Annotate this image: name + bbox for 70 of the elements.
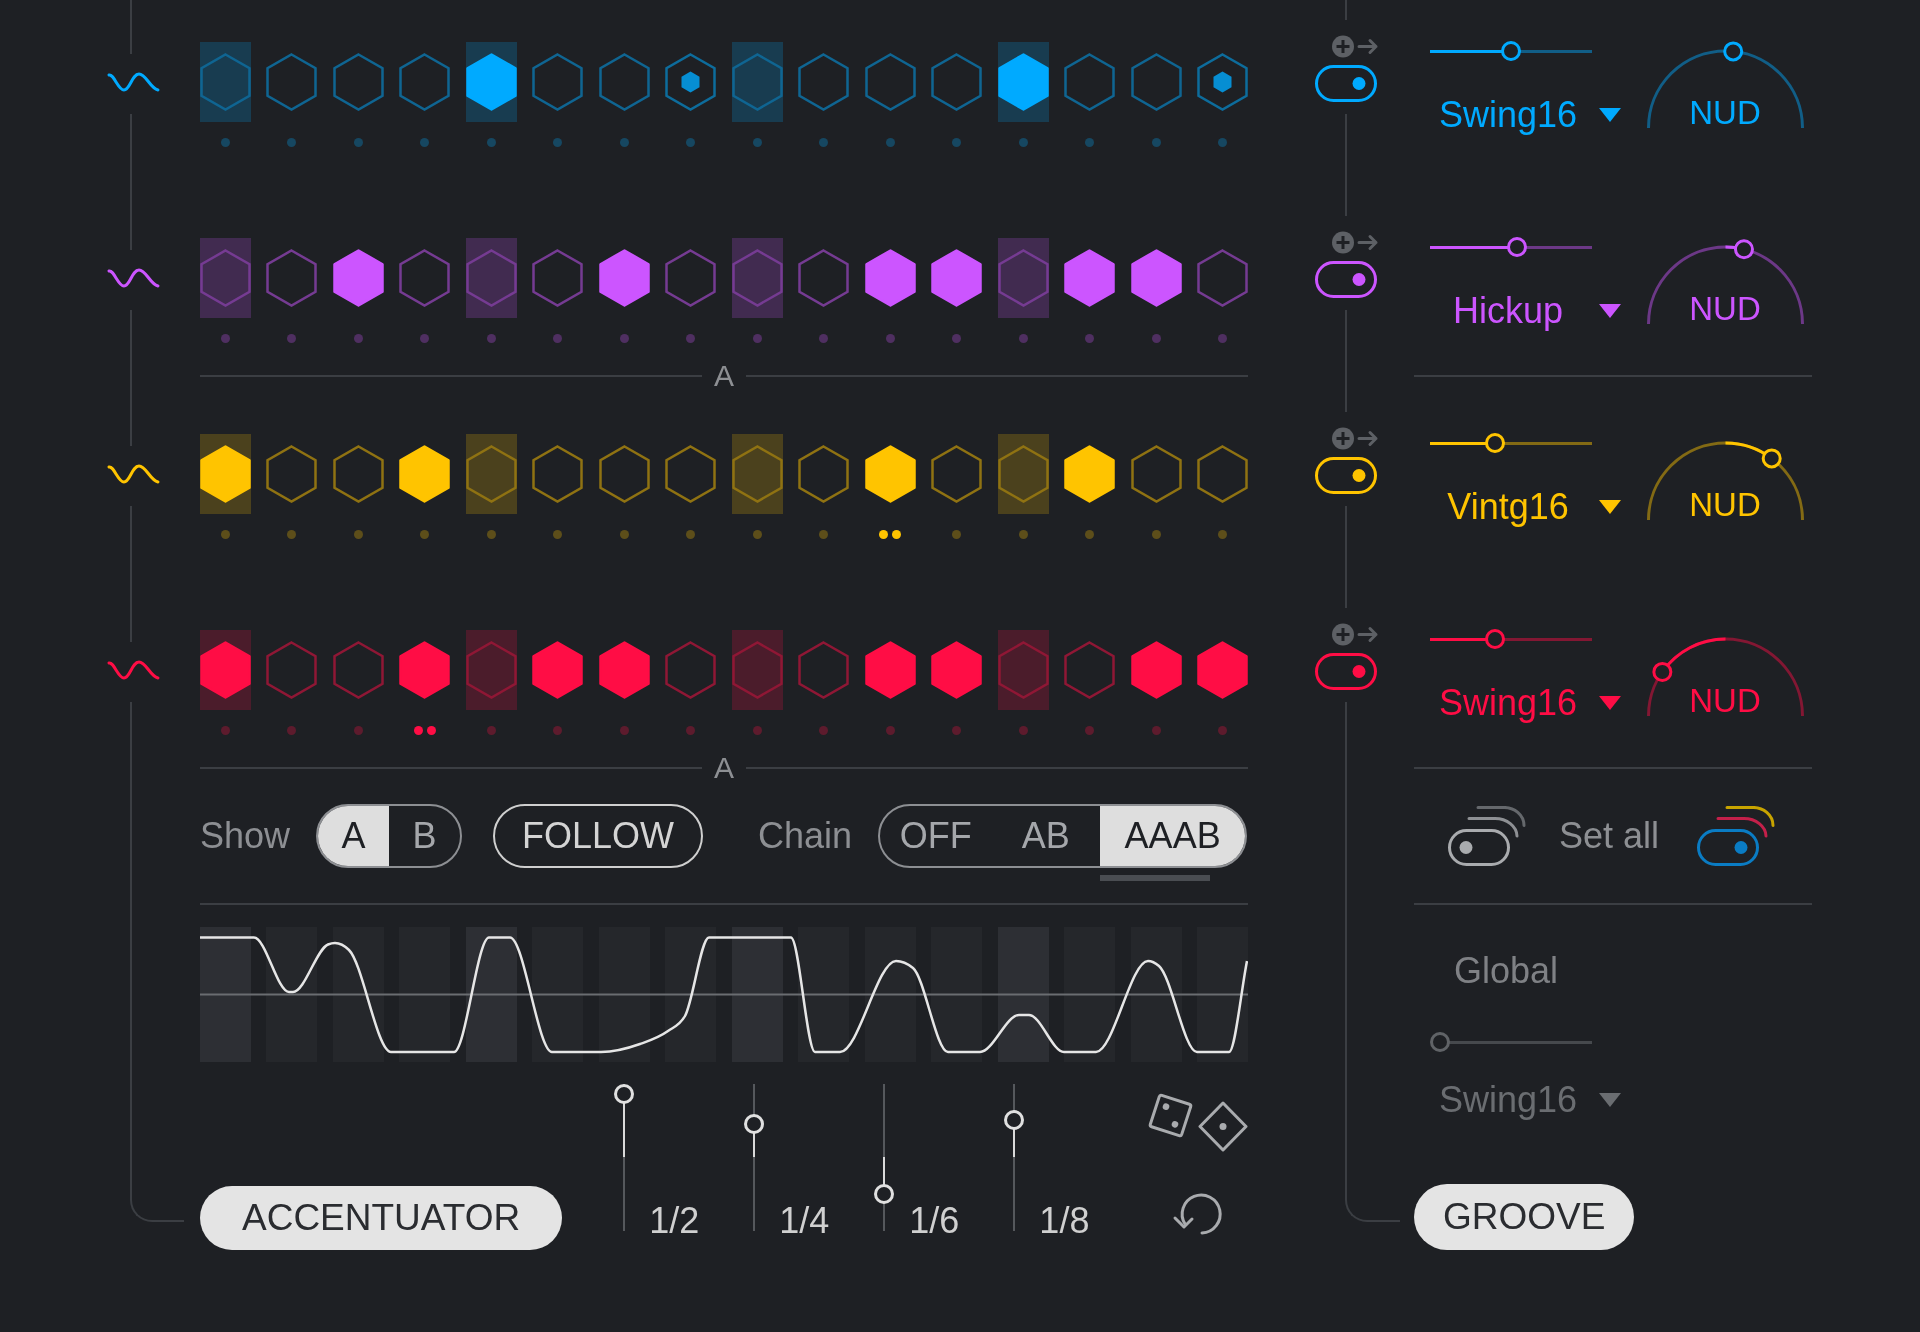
caret-icon	[1599, 108, 1621, 122]
toggle-on-icon[interactable]	[1697, 806, 1776, 866]
step-pad[interactable]	[997, 53, 1049, 111]
plus-arrow-icon[interactable]	[1331, 34, 1380, 59]
toggle-switch[interactable]	[1315, 653, 1377, 690]
knob[interactable]	[1646, 39, 1804, 130]
plus-arrow-icon[interactable]	[1331, 230, 1380, 255]
slider-label: 1/2	[649, 1203, 700, 1239]
segment-option[interactable]: A	[318, 806, 390, 866]
step-pad[interactable]	[1197, 641, 1249, 699]
global-label: Global	[1454, 949, 1559, 993]
knob-handle[interactable]	[1651, 661, 1672, 682]
wave-icon[interactable]	[107, 463, 160, 485]
segment-option[interactable]: AAAB	[1100, 806, 1246, 866]
caret-icon	[1599, 1093, 1621, 1107]
toggle-off-icon[interactable]	[1448, 806, 1526, 866]
section-label: A	[714, 361, 734, 391]
step-pad[interactable]	[931, 249, 983, 307]
show-label: Show	[200, 814, 291, 858]
knob-handle[interactable]	[1733, 239, 1754, 260]
step-pad[interactable]	[465, 53, 517, 111]
step-pad[interactable]	[864, 641, 916, 699]
preset-dropdown[interactable]: Swing16	[1430, 93, 1622, 137]
step-pad[interactable]	[864, 249, 916, 307]
step-pad[interactable]	[1064, 249, 1116, 307]
segment-option[interactable]: B	[389, 806, 461, 866]
step-pad[interactable]	[1197, 53, 1249, 111]
knob-label: NUD	[1688, 681, 1762, 721]
preset-dropdown[interactable]: Swing16	[1430, 681, 1622, 725]
step-pad[interactable]	[332, 249, 384, 307]
slider-handle[interactable]	[1501, 41, 1521, 61]
accentuator-button[interactable]: ACCENTUATOR	[200, 1186, 563, 1250]
knob-label: NUD	[1688, 485, 1762, 525]
groove-button[interactable]: GROOVE	[1414, 1184, 1635, 1250]
slider-handle[interactable]	[1484, 629, 1505, 649]
toggle-switch[interactable]	[1315, 457, 1377, 494]
toggle-switch[interactable]	[1315, 261, 1377, 298]
step-pad[interactable]	[665, 53, 717, 111]
step-pad[interactable]	[598, 249, 650, 307]
plus-arrow-icon[interactable]	[1331, 426, 1380, 451]
follow-button[interactable]: FOLLOW	[493, 804, 704, 868]
preset-dropdown[interactable]: Hickup	[1430, 289, 1622, 333]
step-pad[interactable]	[532, 641, 584, 699]
step-pad[interactable]	[931, 641, 983, 699]
chain-label: Chain	[758, 814, 853, 858]
section-label: A	[714, 753, 734, 783]
preset-dropdown[interactable]: Vintg16	[1430, 485, 1622, 529]
slider-label: 1/8	[1039, 1203, 1090, 1239]
step-pad[interactable]	[1130, 641, 1182, 699]
segment-option[interactable]: OFF	[880, 806, 992, 866]
caret-icon	[1599, 696, 1621, 710]
wave-icon[interactable]	[107, 71, 160, 93]
wave-icon[interactable]	[107, 659, 160, 681]
slider-handle[interactable]	[1507, 237, 1528, 257]
caret-icon	[1599, 304, 1621, 318]
segment-option[interactable]: AB	[991, 806, 1101, 866]
knob-label: NUD	[1688, 289, 1762, 329]
step-pad[interactable]	[1130, 249, 1182, 307]
slider-label: 1/4	[779, 1203, 830, 1239]
toggle-switch[interactable]	[1315, 65, 1377, 102]
set-all-label: Set all	[1559, 814, 1660, 858]
knob-handle[interactable]	[1761, 448, 1782, 469]
knob-label: NUD	[1688, 93, 1762, 133]
caret-icon	[1599, 500, 1621, 514]
knob-handle[interactable]	[1722, 41, 1743, 62]
step-pad[interactable]	[399, 641, 451, 699]
slider-label: 1/6	[909, 1203, 960, 1239]
plus-arrow-icon[interactable]	[1331, 622, 1380, 647]
wave-icon[interactable]	[107, 267, 160, 289]
step-pad[interactable]	[598, 641, 650, 699]
